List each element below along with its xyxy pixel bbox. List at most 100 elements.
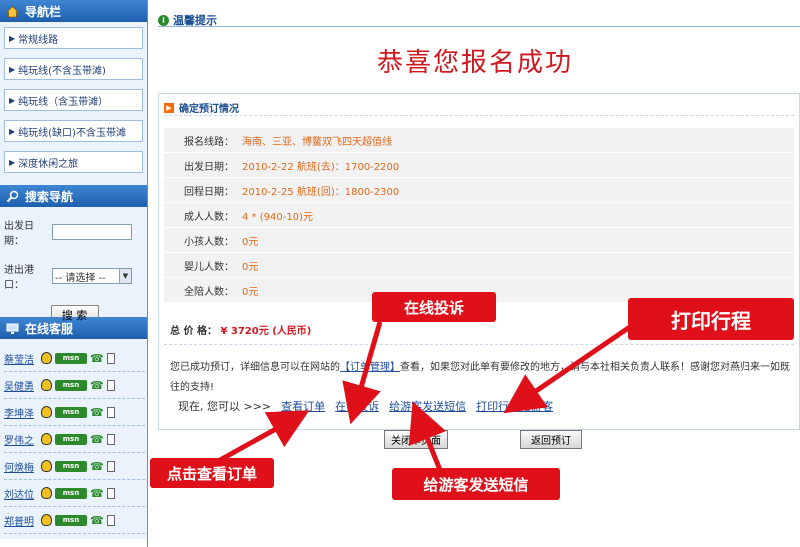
sidebar: 导航栏 ▶ 常规线路 ▶ 纯玩线(不含玉带滩) ▶ 纯玩线（含玉带滩） ▶ 纯玩线(缺口…	[0, 0, 148, 547]
nav-list: ▶ 常规线路 ▶ 纯玩线(不含玉带滩) ▶ 纯玩线（含玉带滩） ▶ 纯玩线(缺口)不含玉…	[0, 22, 147, 185]
qq-icon[interactable]	[41, 514, 52, 526]
msn-icon[interactable]: msn	[55, 352, 87, 364]
msn-icon[interactable]: msn	[55, 379, 87, 391]
search-panel-title: 搜索导航	[25, 189, 74, 204]
phone-icon: ☎	[90, 513, 104, 527]
note-icon	[106, 460, 115, 472]
port-select[interactable]: -- 请选择 -- ▼	[52, 268, 132, 284]
note-icon	[106, 352, 115, 364]
depart-date-input[interactable]	[52, 224, 132, 240]
phone-icon: ☎	[90, 405, 104, 419]
cs-row: 李坤泽 msn ☎	[4, 399, 145, 426]
cs-name-link[interactable]: 郑普明	[4, 513, 38, 528]
info-icon: i	[158, 14, 169, 26]
search-panel-header: 搜索导航	[0, 185, 147, 207]
bullet-icon: ▶	[164, 102, 174, 113]
phone-icon: ☎	[90, 378, 104, 392]
cs-name-link[interactable]: 蔡莹洁	[4, 351, 38, 366]
search-icon	[6, 190, 19, 203]
divider	[164, 344, 794, 345]
callout-print: 打印行程	[628, 298, 794, 340]
cs-name-link[interactable]: 吴健勇	[4, 378, 38, 393]
search-form: 出发日期： 进出港口： -- 请选择 -- ▼ 搜 索	[0, 207, 147, 325]
view-order-link[interactable]: 查看订单	[281, 398, 325, 414]
send-sms-link[interactable]: 给游客发送短信	[389, 398, 466, 414]
phone-icon: ☎	[90, 459, 104, 473]
msn-icon[interactable]: msn	[55, 433, 87, 445]
cs-name-link[interactable]: 何焕梅	[4, 459, 38, 474]
note-icon	[106, 379, 115, 391]
nav-item-pure-with-ydt[interactable]: ▶ 纯玩线（含玉带滩）	[4, 89, 143, 111]
booking-box-header: ▶ 确定预订情况	[164, 100, 239, 115]
cs-panel-title: 在线客服	[25, 321, 74, 336]
cs-list: 蔡莹洁 msn ☎ 吴健勇 msn ☎ 李坤泽 msn ☎ 罗伟之 msn ☎ 何焕梅 msn ☎ …	[0, 339, 147, 539]
chevron-down-icon: ▼	[119, 269, 131, 283]
back-to-booking-button[interactable]: 返回预订	[520, 430, 582, 449]
msn-icon[interactable]: msn	[55, 487, 87, 499]
note-icon	[106, 433, 115, 445]
table-row: 小孩人数： 0元	[164, 228, 794, 253]
cs-name-link[interactable]: 刘达位	[4, 486, 38, 501]
port-label: 进出港口：	[4, 265, 34, 291]
divider	[158, 26, 800, 27]
nav-item-regular[interactable]: ▶ 常规线路	[4, 27, 143, 49]
phone-icon: ☎	[90, 351, 104, 365]
total-amount: ¥ 3720元 (人民币)	[220, 326, 312, 337]
table-row: 报名线路： 海南、三亚、博鳌双飞四天超值线	[164, 128, 794, 153]
triangle-right-icon: ▶	[9, 95, 16, 105]
nav-item-leisure[interactable]: ▶ 深度休闲之旅	[4, 151, 143, 173]
booking-box-title: 确定预订情况	[179, 104, 239, 115]
qq-icon[interactable]	[41, 406, 52, 418]
callout-view-order: 点击查看订单	[150, 458, 274, 488]
callout-complaint: 在线投诉	[372, 292, 496, 322]
home-icon	[6, 5, 19, 18]
triangle-right-icon: ▶	[9, 126, 16, 136]
msn-icon[interactable]: msn	[55, 460, 87, 472]
qq-icon[interactable]	[41, 379, 52, 391]
table-row: 婴儿人数： 0元	[164, 253, 794, 278]
qq-icon[interactable]	[41, 487, 52, 499]
table-row: 成人人数： 4 * (940-10)元	[164, 203, 794, 228]
note-icon	[106, 487, 115, 499]
success-message: 您已成功预订，详细信息可以在网站的【订单管理】查看，如果您对此单有要修改的地方，…	[170, 362, 790, 393]
nav-panel-title: 导航栏	[25, 4, 62, 19]
table-row: 出发日期： 2010-2-22 航班(去)：1700-2200	[164, 153, 794, 178]
cs-row: 吴健勇 msn ☎	[4, 372, 145, 399]
complaint-link[interactable]: 在线投诉	[335, 398, 379, 414]
depart-date-label: 出发日期：	[4, 221, 34, 247]
page-title: 恭喜您报名成功	[376, 48, 573, 78]
cs-name-link[interactable]: 罗伟之	[4, 432, 38, 447]
cs-row: 刘达位 msn ☎	[4, 480, 145, 507]
booking-table: 报名线路： 海南、三亚、博鳌双飞四天超值线 出发日期： 2010-2-22 航班(去…	[164, 128, 794, 303]
msn-icon[interactable]: msn	[55, 514, 87, 526]
phone-icon: ☎	[90, 486, 104, 500]
triangle-right-icon: ▶	[9, 33, 16, 43]
print-itinerary-link[interactable]: 打印行程给游客	[476, 398, 553, 414]
cs-row: 何焕梅 msn ☎	[4, 453, 145, 480]
nav-panel-header: 导航栏	[0, 0, 147, 22]
nav-item-pure-no-ydt[interactable]: ▶ 纯玩线(不含玉带滩)	[4, 58, 143, 80]
cs-name-link[interactable]: 李坤泽	[4, 405, 38, 420]
close-page-button[interactable]: 关闭本页面	[384, 430, 448, 449]
total-label: 总 价 格：	[170, 326, 217, 337]
triangle-right-icon: ▶	[9, 64, 16, 74]
monitor-icon	[6, 322, 19, 335]
nav-item-pure-gap[interactable]: ▶ 纯玩线(缺口)不含玉带滩	[4, 120, 143, 142]
actions-lead: 现在, 您可以 >>>	[178, 400, 272, 413]
order-management-link[interactable]: 【订单管理】	[340, 362, 400, 373]
cs-row: 郑普明 msn ☎	[4, 507, 145, 534]
phone-icon: ☎	[90, 432, 104, 446]
triangle-right-icon: ▶	[9, 157, 16, 167]
qq-icon[interactable]	[41, 352, 52, 364]
divider	[164, 115, 794, 116]
callout-sms: 给游客发送短信	[392, 468, 560, 500]
qq-icon[interactable]	[41, 460, 52, 472]
action-links: 现在, 您可以 >>> 查看订单 在线投诉 给游客发送短信 打印行程给游客	[178, 398, 553, 414]
cs-row: 蔡莹洁 msn ☎	[4, 345, 145, 372]
note-icon	[106, 406, 115, 418]
msn-icon[interactable]: msn	[55, 406, 87, 418]
qq-icon[interactable]	[41, 433, 52, 445]
cs-row: 罗伟之 msn ☎	[4, 426, 145, 453]
table-row: 回程日期： 2010-2-25 航班(回)：1800-2300	[164, 178, 794, 203]
note-icon	[106, 514, 115, 526]
